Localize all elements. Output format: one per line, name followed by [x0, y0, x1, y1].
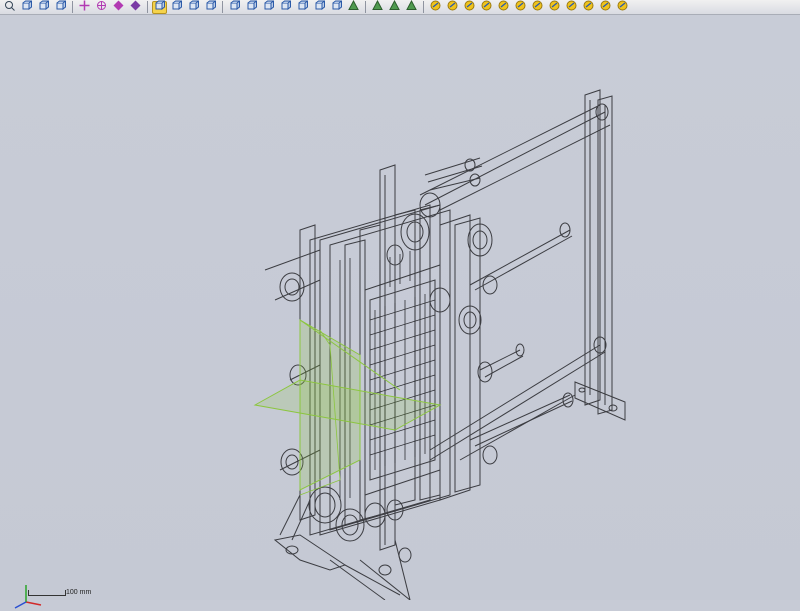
- hidden-lines-visible-button[interactable]: [169, 0, 184, 16]
- zoom-to-selection-button[interactable]: [53, 0, 68, 16]
- hide-show-sketches-button[interactable]: [547, 0, 562, 16]
- back-view-icon: [246, 0, 258, 16]
- hide-show-planes-icon: [447, 0, 458, 16]
- shadows-icon: [372, 0, 383, 16]
- roll-view-icon: [113, 0, 124, 16]
- pan-button[interactable]: [77, 0, 92, 16]
- view-toolbar: [0, 0, 800, 15]
- isometric-view-icon: [331, 0, 343, 16]
- hide-show-curves-icon: [532, 0, 543, 16]
- zoom-to-area-button[interactable]: [19, 0, 34, 16]
- zoom-to-fit-button[interactable]: [2, 1, 17, 14]
- scale-label: 100 mm: [66, 589, 92, 596]
- zoom-in-out-icon: [38, 0, 50, 16]
- hide-show-axes-button[interactable]: [462, 0, 477, 16]
- hide-show-curves-button[interactable]: [530, 0, 545, 16]
- section-view-button[interactable]: [404, 0, 419, 16]
- top-view-button[interactable]: [295, 0, 310, 16]
- hide-show-points-icon: [600, 0, 611, 16]
- hide-show-lights-button[interactable]: [615, 0, 630, 16]
- front-view-icon: [229, 0, 241, 16]
- rotate-view-button[interactable]: [94, 1, 109, 14]
- normal-to-button[interactable]: [346, 0, 361, 16]
- zoom-to-fit-icon: [4, 0, 15, 16]
- hide-show-3d-sketch-planes-button[interactable]: [564, 0, 579, 16]
- zoom-in-out-button[interactable]: [36, 0, 51, 16]
- hidden-lines-visible-icon: [171, 0, 183, 16]
- top-view-icon: [297, 0, 309, 16]
- hide-show-coordinate-systems-button[interactable]: [513, 0, 528, 16]
- hide-show-lights-icon: [617, 0, 628, 16]
- hide-show-origins-icon: [498, 0, 509, 16]
- rotate-view-icon: [96, 0, 107, 16]
- perspective-icon: [389, 0, 400, 16]
- bottom-bracket[interactable]: [273, 494, 411, 600]
- normal-to-icon: [348, 0, 359, 16]
- graphics-area[interactable]: 100 mm: [0, 15, 800, 609]
- pan-icon: [79, 0, 90, 16]
- view-orientation-icon: [130, 0, 141, 16]
- hide-show-sketches-icon: [549, 0, 560, 16]
- isometric-view-button[interactable]: [329, 0, 344, 16]
- wireframe-button[interactable]: [152, 0, 167, 16]
- shaded-with-edges-button[interactable]: [203, 0, 218, 16]
- hide-show-points-button[interactable]: [598, 0, 613, 16]
- bottom-view-button[interactable]: [312, 0, 327, 16]
- hide-show-temp-axes-icon: [481, 0, 492, 16]
- shadows-button[interactable]: [370, 0, 385, 16]
- zoom-to-area-icon: [21, 0, 33, 16]
- scale-bar: [28, 590, 66, 596]
- shaded-with-edges-icon: [205, 0, 217, 16]
- toolbar-separator: [423, 1, 424, 13]
- zoom-to-selection-icon: [55, 0, 67, 16]
- hide-show-dimension-names-button[interactable]: [581, 0, 596, 16]
- toolbar-separator: [72, 1, 73, 13]
- hidden-lines-removed-icon: [188, 0, 200, 16]
- left-view-button[interactable]: [261, 0, 276, 16]
- hidden-lines-removed-button[interactable]: [186, 0, 201, 16]
- wireframe-icon: [154, 0, 166, 16]
- toolbar-separator: [365, 1, 366, 13]
- section-view-icon: [406, 0, 417, 16]
- hide-show-3d-sketch-planes-icon: [566, 0, 577, 16]
- right-view-button[interactable]: [278, 0, 293, 16]
- left-view-icon: [263, 0, 275, 16]
- sketch-toggle-button[interactable]: [428, 0, 443, 16]
- toolbar-separator: [222, 1, 223, 13]
- hide-show-axes-icon: [464, 0, 475, 16]
- hide-show-coordinate-systems-icon: [515, 0, 526, 16]
- roll-view-button[interactable]: [111, 0, 126, 16]
- hide-show-planes-button[interactable]: [445, 0, 460, 16]
- hide-show-origins-button[interactable]: [496, 0, 511, 16]
- front-view-button[interactable]: [227, 0, 242, 16]
- back-view-button[interactable]: [244, 0, 259, 16]
- bottom-view-icon: [314, 0, 326, 16]
- hide-show-dimension-names-icon: [583, 0, 594, 16]
- perspective-button[interactable]: [387, 0, 402, 16]
- right-support-frame[interactable]: [574, 89, 626, 421]
- toolbar-separator: [147, 1, 148, 13]
- hide-show-temp-axes-button[interactable]: [479, 0, 494, 16]
- right-view-icon: [280, 0, 292, 16]
- sketch-toggle-icon: [430, 0, 441, 16]
- view-orientation-button[interactable]: [128, 0, 143, 16]
